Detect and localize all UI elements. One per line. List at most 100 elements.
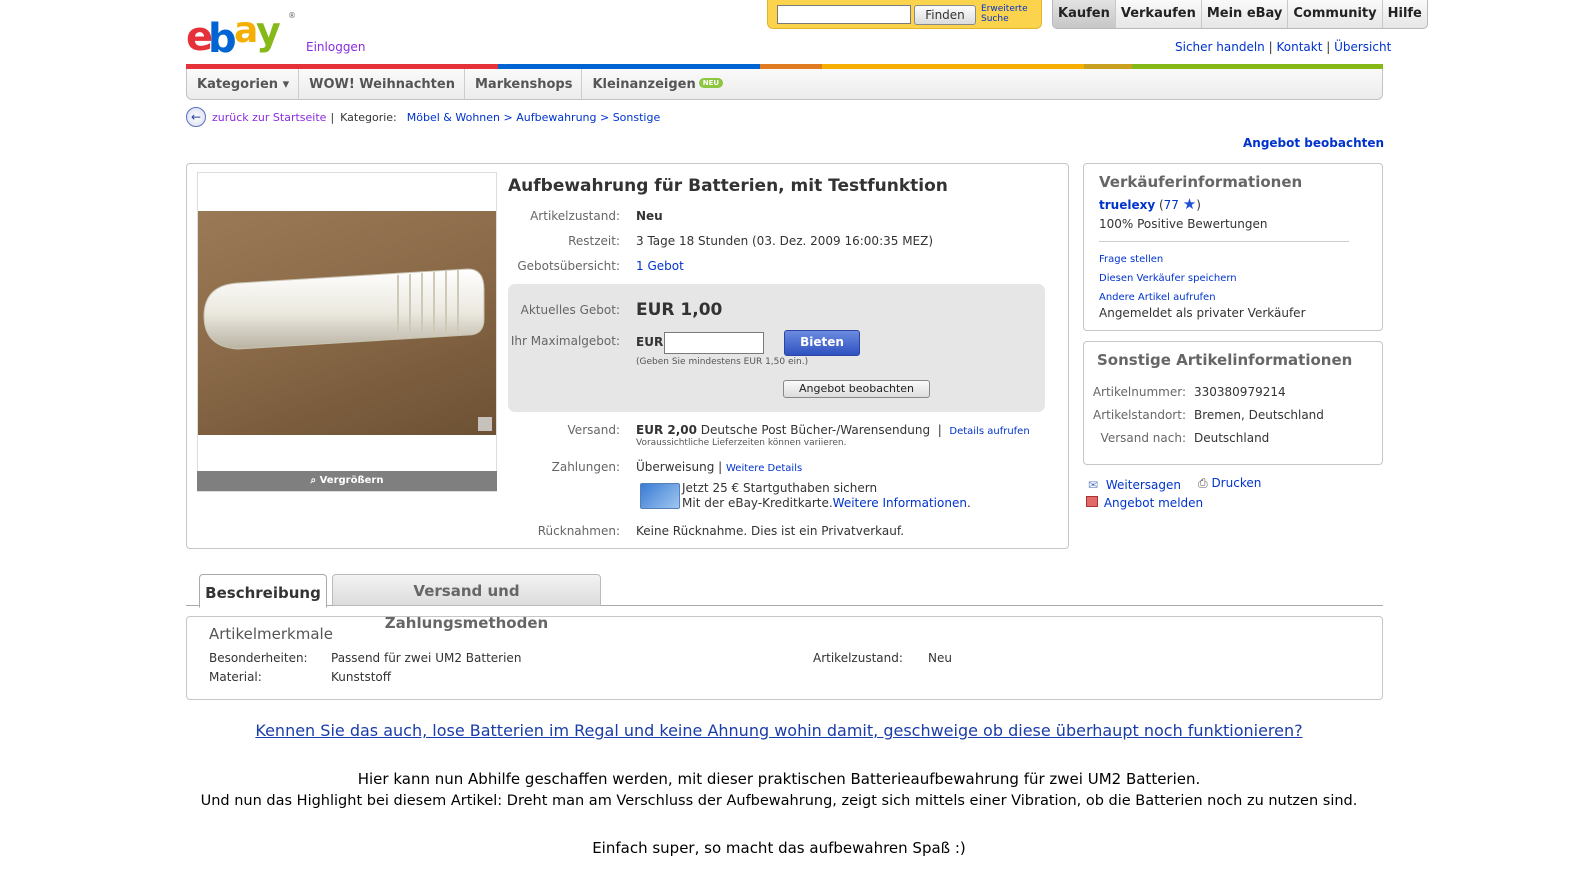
print-link[interactable]: Drucken (1211, 476, 1261, 490)
returns-label: Rücknahmen: (537, 524, 620, 538)
shipping-info: EUR 2,00 Deutsche Post Bücher-/Warensend… (636, 423, 1030, 437)
nav-mein-ebay[interactable]: Mein eBay (1200, 0, 1288, 28)
seller-line: truelexy (77 ★) (1099, 195, 1201, 213)
seller-name-link[interactable]: truelexy (1099, 198, 1155, 212)
svg-text:a: a (234, 10, 258, 51)
ships-to-label: Versand nach: (1100, 431, 1186, 445)
breadcrumb: ← zurück zur Startseite | Kategorie: Möb… (186, 107, 660, 127)
report-action[interactable]: Angebot melden (1086, 496, 1203, 510)
svg-text:®: ® (288, 11, 296, 20)
tab-shipping-payment[interactable]: Versand und Zahlungsmethoden (332, 574, 601, 632)
star-icon: ★ (1182, 195, 1197, 213)
ask-question-link[interactable]: Frage stellen (1099, 254, 1163, 265)
bids-label: Gebotsübersicht: (517, 259, 620, 273)
classifieds-label: Kleinanzeigen (592, 77, 696, 92)
condition-value: Neu (636, 209, 663, 223)
search-button[interactable]: Finden (914, 5, 976, 25)
max-bid-label: Ihr Maximalgebot: (510, 334, 620, 348)
description-line-2: Und nun das Highlight bei diesem Artikel… (200, 793, 1358, 809)
divider (1099, 241, 1349, 242)
attributes-panel: Artikelmerkmale Besonderheiten: Passend … (186, 616, 1383, 700)
christmas-link[interactable]: WOW! Weihnachten (299, 69, 465, 99)
tab-description[interactable]: Beschreibung (199, 574, 327, 608)
contact-link[interactable]: Kontakt (1276, 40, 1322, 54)
shipping-method: Deutsche Post Bücher-/Warensendung (700, 423, 931, 437)
svg-text:y: y (256, 9, 281, 53)
nav-kaufen[interactable]: Kaufen (1053, 0, 1115, 28)
login-link[interactable]: Einloggen (306, 40, 365, 54)
promo-link[interactable]: Weitere Informationen (833, 496, 967, 510)
description-line-1: Hier kann nun Abhilfe geschaffen werden,… (357, 770, 1201, 788)
advanced-search-link[interactable]: Erweiterte Suche (981, 4, 1039, 24)
shipping-price: EUR 2,00 (636, 423, 697, 437)
search-bar: Finden Erweiterte Suche (767, 0, 1042, 29)
safe-trading-link[interactable]: Sicher handeln (1175, 40, 1265, 54)
nav-community[interactable]: Community (1287, 0, 1381, 28)
brand-shops-link[interactable]: Markenshops (465, 69, 583, 99)
magnifier-icon: ⌕ (310, 475, 320, 486)
seller-info-panel: Verkäuferinformationen truelexy (77 ★) 1… (1083, 163, 1383, 331)
enlarge-label: Vergrößern (319, 475, 384, 486)
attr-value-condition: Neu (928, 651, 952, 665)
print-action[interactable]: ⎙ Drucken (1198, 476, 1261, 491)
time-left-value: 3 Tage 18 Stunden (03. Dez. 2009 16:00:3… (636, 234, 934, 248)
share-action[interactable]: ✉ Weitersagen (1088, 478, 1181, 492)
categories-menu[interactable]: Kategorien ▾ (187, 69, 300, 99)
search-input[interactable] (777, 5, 911, 24)
breadcrumb-separator: | (330, 110, 335, 124)
report-link[interactable]: Angebot melden (1104, 496, 1203, 510)
bid-panel: Aktuelles Gebot: EUR 1,00 Ihr Maximalgeb… (508, 284, 1045, 412)
payment-info: Überweisung | Weitere Details (636, 460, 803, 474)
description-line-3: Einfach super, so macht das aufbewahren … (592, 839, 966, 857)
attr-label-condition: Artikelzustand: (813, 651, 903, 665)
ebay-logo[interactable]: e b a y ® (186, 8, 298, 62)
max-bid-input[interactable] (664, 332, 764, 354)
attr-value-material: Kunststoff (331, 670, 392, 684)
product-image[interactable] (198, 211, 496, 435)
ships-to-value: Deutschland (1194, 431, 1270, 445)
watch-item-link[interactable]: Angebot beobachten (1243, 136, 1384, 150)
envelope-icon: ✉ (1088, 478, 1099, 492)
nav-hilfe[interactable]: Hilfe (1381, 0, 1427, 28)
location-value: Bremen, Deutschland (1194, 408, 1324, 422)
save-seller-link[interactable]: Diesen Verkäufer speichern (1099, 273, 1237, 284)
category-navigation: Kategorien ▾ WOW! Weihnachten Markenshop… (186, 69, 1383, 100)
share-link[interactable]: Weitersagen (1106, 478, 1181, 492)
attr-label-features: Besonderheiten: (209, 651, 308, 665)
enlarge-button[interactable]: ⌕ Vergrößern (197, 471, 497, 491)
back-arrow-icon[interactable]: ← (186, 107, 206, 127)
item-number-label: Artikelnummer: (1092, 385, 1186, 399)
attributes-title: Artikelmerkmale (209, 625, 333, 643)
promo-line-2: Mit der eBay-Kreditkarte.Weitere Informa… (682, 496, 971, 510)
min-bid-note: (Geben Sie mindestens EUR 1,50 ein.) (636, 357, 809, 367)
other-items-link[interactable]: Andere Artikel aufrufen (1099, 292, 1216, 303)
item-number-value: 330380979214 (1194, 385, 1286, 399)
description-headline: Kennen Sie das auch, lose Batterien im R… (255, 721, 1303, 740)
currency-label: EUR (636, 335, 664, 349)
nav-verkaufen[interactable]: Verkaufen (1114, 0, 1201, 28)
category-path-link[interactable]: Möbel & Wohnen > Aufbewahrung > Sonstige (407, 111, 660, 124)
private-seller-note: Angemeldet als privater Verkäufer (1099, 306, 1306, 320)
promo-text: Mit der eBay-Kreditkarte. (682, 496, 833, 510)
bids-link[interactable]: 1 Gebot (636, 259, 684, 273)
other-panel-title: Sonstige Artikelinformationen (1097, 351, 1353, 369)
item-image-frame: ⌕ Vergrößern (197, 172, 497, 492)
overview-link[interactable]: Übersicht (1334, 40, 1391, 54)
watch-button[interactable]: Angebot beobachten (783, 380, 930, 398)
payment-method: Überweisung (636, 460, 715, 474)
positive-feedback: 100% Positive Bewertungen (1099, 217, 1268, 231)
svg-text:b: b (208, 16, 235, 56)
payment-details-link[interactable]: Weitere Details (726, 463, 802, 474)
back-to-home-link[interactable]: zurück zur Startseite (212, 111, 326, 124)
credit-card-icon (640, 483, 680, 509)
feedback-score-link[interactable]: 77 (1164, 198, 1179, 212)
shipping-details-link[interactable]: Details aufrufen (949, 426, 1029, 437)
seller-panel-title: Verkäuferinformationen (1099, 173, 1303, 191)
classifieds-link[interactable]: Kleinanzeigen NEU (582, 69, 732, 99)
condition-label: Artikelzustand: (530, 209, 620, 223)
payment-label: Zahlungen: (551, 460, 620, 474)
current-bid-value: EUR 1,00 (636, 300, 723, 320)
promo-line-1: Jetzt 25 € Startguthaben sichern (682, 481, 878, 495)
bid-button[interactable]: Bieten (784, 330, 860, 356)
top-links: Sicher handeln | Kontakt | Übersicht (1175, 40, 1392, 54)
